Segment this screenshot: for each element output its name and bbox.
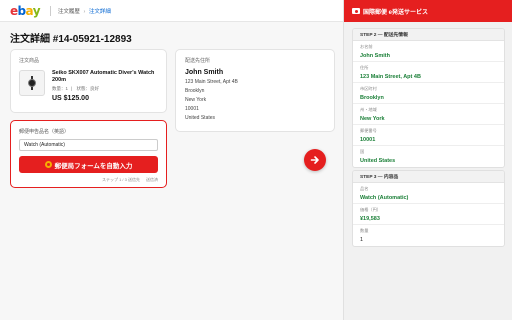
page-title: 注文詳細 #14-05921-12893 xyxy=(10,34,132,45)
field-address[interactable]: 住所 123 Main Street, Apt 4B xyxy=(353,62,504,83)
step2-card: STEP 2 — 配送先情報 お名前 John Smith 住所 123 Mai… xyxy=(352,28,505,168)
product-meta: 数量：1 | 状態：良好 xyxy=(52,86,99,91)
ebay-logo[interactable]: ebay xyxy=(10,5,41,17)
product-quantity: 数量：1 xyxy=(52,86,69,91)
step3-card: STEP 3 — 内容品 品名 Watch (Automatic) 価格（円） … xyxy=(352,170,505,247)
shipping-address-card: 配送先住所 John Smith 123 Main Street, Apt 4B… xyxy=(175,49,335,132)
product-section-label: 注文商品 xyxy=(19,58,40,64)
address-line: New York xyxy=(185,97,207,103)
helper-sent-link[interactable]: 送信済 xyxy=(146,177,158,182)
field-state[interactable]: 州・地域 New York xyxy=(353,104,504,125)
declared-item-input[interactable]: Watch (Automatic) xyxy=(19,139,158,151)
shipping-section-label: 配送先住所 xyxy=(185,58,211,64)
product-name[interactable]: Seiko SKX007 Automatic Diver's Watch 200… xyxy=(52,70,162,84)
recipient-name: John Smith xyxy=(185,69,224,76)
step2-heading: STEP 2 — 配送先情報 xyxy=(353,29,504,41)
breadcrumb-order-history[interactable]: 注文履歴 xyxy=(58,9,80,15)
product-card: 注文商品 Seiko SKX007 Automatic Diver's Watc… xyxy=(10,49,167,113)
breadcrumb-order-detail[interactable]: 注文詳細 xyxy=(89,9,111,15)
watch-icon xyxy=(28,76,36,90)
field-item-name[interactable]: 品名 Watch (Automatic) xyxy=(353,183,504,204)
declared-item-label: 郵便申告品名（英語） xyxy=(19,129,70,135)
field-city[interactable]: 市区町村 Brooklyn xyxy=(353,83,504,104)
field-price-yen[interactable]: 価格（円） ¥19,583 xyxy=(353,204,504,225)
panel-title: 国際郵便 e発送サービス xyxy=(363,9,429,16)
address-line: United States xyxy=(185,115,216,121)
panel-header: 国際郵便 e発送サービス xyxy=(344,0,512,22)
step3-heading: STEP 3 — 内容品 xyxy=(353,171,504,183)
logo-divider xyxy=(49,5,51,16)
top-bar: ebay 注文履歴 › 注文詳細 xyxy=(0,0,343,22)
postal-helper-card: 郵便申告品名（英語） Watch (Automatic) 郵便局フォームを自動入… xyxy=(10,120,167,188)
next-step-button[interactable] xyxy=(304,149,326,171)
helper-step-indicator: ステップ 1 / 3 送信先 xyxy=(101,177,140,182)
address-line: 10001 xyxy=(185,106,199,112)
autofill-button-label: 郵便局フォームを自動入力 xyxy=(54,162,133,170)
field-postal-code[interactable]: 郵便番号 10001 xyxy=(353,125,504,146)
autofill-icon xyxy=(44,161,52,168)
field-name[interactable]: お名前 John Smith xyxy=(353,41,504,62)
address-line: 123 Main Street, Apt 4B xyxy=(185,79,238,85)
breadcrumb: 注文履歴 › 注文詳細 xyxy=(58,7,111,15)
shipping-service-panel: 国際郵便 e発送サービス STEP 2 — 配送先情報 お名前 John Smi… xyxy=(344,0,512,320)
field-country[interactable]: 国 United States xyxy=(353,146,504,167)
product-price: US $125.00 xyxy=(52,95,89,102)
helper-footer: ステップ 1 / 3 送信先 送信済 xyxy=(19,177,158,183)
product-thumbnail[interactable] xyxy=(19,70,45,96)
address-line: Brooklyn xyxy=(185,88,205,94)
ebay-app: ebay 注文履歴 › 注文詳細 注文詳細 #14-05921-12893 注文… xyxy=(0,0,344,320)
breadcrumb-separator: › xyxy=(83,8,86,15)
arrow-right-icon xyxy=(310,156,319,164)
japan-flag-icon xyxy=(352,8,360,14)
field-quantity[interactable]: 数量 1 xyxy=(353,225,504,246)
product-condition: 状態：良好 xyxy=(76,86,99,91)
autofill-button[interactable]: 郵便局フォームを自動入力 xyxy=(19,156,158,173)
